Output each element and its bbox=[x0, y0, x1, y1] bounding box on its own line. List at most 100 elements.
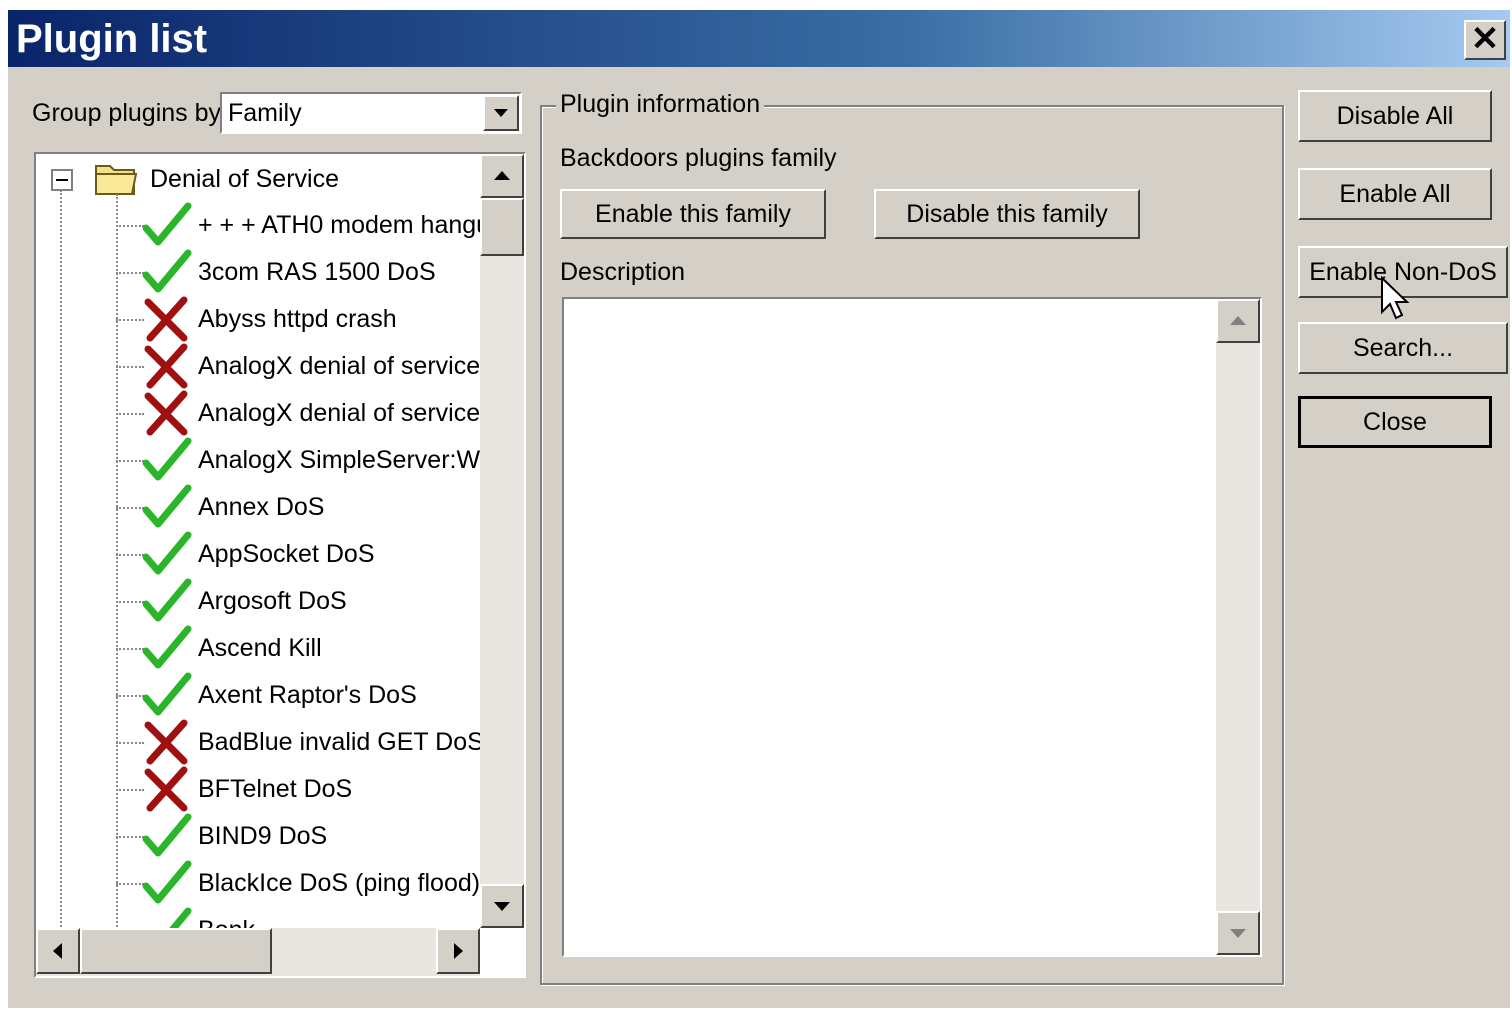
tree-connector-line bbox=[116, 883, 144, 885]
close-button[interactable]: Close bbox=[1298, 396, 1492, 448]
mouse-cursor-icon bbox=[1381, 276, 1410, 320]
plugin-tree-item-label: BadBlue invalid GET DoS bbox=[198, 728, 484, 756]
description-textarea[interactable] bbox=[562, 297, 1262, 957]
chevron-down-icon[interactable] bbox=[483, 95, 519, 131]
arrow-down-icon bbox=[1230, 929, 1246, 938]
tree-root-row[interactable]: Denial of Service bbox=[36, 156, 480, 202]
arrow-right-icon bbox=[454, 943, 463, 959]
group-by-label: Group plugins by: bbox=[32, 99, 228, 127]
plugin-tree-item-label: Argosoft DoS bbox=[198, 587, 347, 615]
tree-connector-line bbox=[116, 695, 144, 697]
tree-connector-line bbox=[116, 225, 144, 227]
plugin-tree-item[interactable]: BFTelnet DoS bbox=[116, 766, 480, 812]
plugin-tree-item-label: Axent Raptor's DoS bbox=[198, 681, 417, 709]
plugin-tree-item-label: Ascend Kill bbox=[198, 634, 322, 662]
checkmark-icon bbox=[142, 625, 192, 669]
plugin-list-dialog: Plugin list ✕ Group plugins by: Family D… bbox=[8, 10, 1510, 1008]
plugin-tree-item[interactable]: BIND9 DoS bbox=[116, 813, 480, 859]
tree-connector-line bbox=[116, 507, 144, 509]
scroll-up-button[interactable] bbox=[480, 154, 524, 198]
tree-connector-line bbox=[116, 554, 144, 556]
close-window-button[interactable]: ✕ bbox=[1464, 20, 1506, 60]
tree-connector-line bbox=[116, 742, 144, 744]
plugin-tree-item[interactable]: 3com RAS 1500 DoS bbox=[116, 249, 480, 295]
collapse-icon[interactable] bbox=[50, 168, 74, 192]
tree-root-label: Denial of Service bbox=[150, 165, 339, 193]
checkmark-icon bbox=[142, 813, 192, 857]
plugin-tree-item[interactable]: Ascend Kill bbox=[116, 625, 480, 671]
plugin-tree-item[interactable]: Argosoft DoS bbox=[116, 578, 480, 624]
tree-connector-line bbox=[60, 190, 62, 930]
desc-scroll-down-button[interactable] bbox=[1216, 911, 1260, 955]
cross-icon bbox=[144, 296, 188, 342]
plugin-tree-item[interactable]: + + + ATH0 modem hangup bbox=[116, 202, 504, 248]
disable-family-button[interactable]: Disable this family bbox=[874, 189, 1140, 239]
plugin-tree-item[interactable]: Annex DoS bbox=[116, 484, 480, 530]
tree-connector-line bbox=[116, 836, 144, 838]
plugin-tree-item-label: 3com RAS 1500 DoS bbox=[198, 258, 436, 286]
plugin-tree-item[interactable]: Abyss httpd crash bbox=[116, 296, 480, 342]
tree-connector-line bbox=[116, 460, 144, 462]
plugin-tree-item-label: AnalogX denial of service b bbox=[198, 399, 501, 427]
plugin-tree-item-label: AnalogX SimpleServer:WW bbox=[198, 446, 504, 474]
scroll-left-button[interactable] bbox=[36, 928, 80, 974]
enable-family-button[interactable]: Enable this family bbox=[560, 189, 826, 239]
cross-icon bbox=[144, 766, 188, 812]
tree-horizontal-scrollbar[interactable] bbox=[36, 928, 480, 976]
plugin-tree-item[interactable]: AnalogX denial of service b bbox=[116, 390, 501, 436]
tree-connector-line bbox=[116, 648, 144, 650]
tree-vertical-scrollbar[interactable] bbox=[480, 154, 524, 928]
checkmark-icon bbox=[142, 531, 192, 575]
search-button[interactable]: Search... bbox=[1298, 322, 1508, 374]
plugin-tree-item-label: BlackIce DoS (ping flood) bbox=[198, 869, 481, 897]
plugin-information-group: Plugin information Backdoors plugins fam… bbox=[540, 89, 1284, 985]
checkmark-icon bbox=[142, 860, 192, 904]
checkmark-icon bbox=[142, 578, 192, 622]
tree-connector-line bbox=[116, 789, 144, 791]
tree-connector-line bbox=[116, 366, 144, 368]
checkmark-icon bbox=[142, 484, 192, 528]
cross-icon bbox=[144, 719, 188, 765]
arrow-up-icon bbox=[1230, 316, 1246, 325]
plugin-tree-item[interactable]: AnalogX denial of service bbox=[116, 343, 480, 389]
window-title: Plugin list bbox=[16, 17, 208, 61]
enable-all-button[interactable]: Enable All bbox=[1298, 168, 1492, 220]
tree-connector-line bbox=[116, 601, 144, 603]
plugin-tree-item-label: + + + ATH0 modem hangup bbox=[198, 211, 504, 239]
desc-scroll-up-button[interactable] bbox=[1216, 299, 1260, 343]
checkmark-icon bbox=[142, 249, 192, 293]
plugin-tree-item-label: AppSocket DoS bbox=[198, 540, 375, 568]
plugin-information-title: Plugin information bbox=[556, 89, 765, 119]
plugin-tree-item-label: BFTelnet DoS bbox=[198, 775, 353, 803]
plugin-tree-item[interactable]: AppSocket DoS bbox=[116, 531, 480, 577]
plugin-tree-item[interactable]: Axent Raptor's DoS bbox=[116, 672, 480, 718]
checkmark-icon bbox=[142, 202, 192, 246]
plugin-tree-item-label: Annex DoS bbox=[198, 493, 325, 521]
plugin-tree-item-label: Abyss httpd crash bbox=[198, 305, 397, 333]
arrow-left-icon bbox=[53, 943, 62, 959]
cross-icon bbox=[144, 343, 188, 389]
plugin-tree-item[interactable]: BlackIce DoS (ping flood) bbox=[116, 860, 480, 906]
tree-connector-line bbox=[116, 413, 144, 415]
description-scrollbar[interactable] bbox=[1216, 299, 1260, 955]
scroll-right-button[interactable] bbox=[436, 928, 480, 974]
horizontal-scroll-thumb[interactable] bbox=[80, 928, 272, 974]
plugin-tree-item[interactable]: BadBlue invalid GET DoS bbox=[116, 719, 484, 765]
cross-icon bbox=[144, 390, 188, 436]
group-by-select[interactable]: Family bbox=[220, 92, 522, 134]
title-bar: Plugin list ✕ bbox=[8, 10, 1510, 67]
description-label: Description bbox=[560, 258, 686, 286]
plugin-tree-item-label: BIND9 DoS bbox=[198, 822, 328, 850]
plugin-tree-item[interactable]: AnalogX SimpleServer:WW bbox=[116, 437, 504, 483]
scroll-thumb[interactable] bbox=[480, 198, 524, 256]
plugin-tree[interactable]: Denial of Service + + + ATH0 modem hangu… bbox=[34, 152, 526, 978]
folder-icon bbox=[95, 165, 138, 195]
scroll-down-button[interactable] bbox=[480, 884, 524, 928]
checkmark-icon bbox=[142, 437, 192, 481]
checkmark-icon bbox=[142, 672, 192, 716]
arrow-down-icon bbox=[494, 902, 510, 911]
tree-connector-line bbox=[116, 272, 144, 274]
disable-all-button[interactable]: Disable All bbox=[1298, 90, 1492, 142]
group-by-value: Family bbox=[228, 99, 302, 127]
plugin-tree-item-label: AnalogX denial of service bbox=[198, 352, 481, 380]
